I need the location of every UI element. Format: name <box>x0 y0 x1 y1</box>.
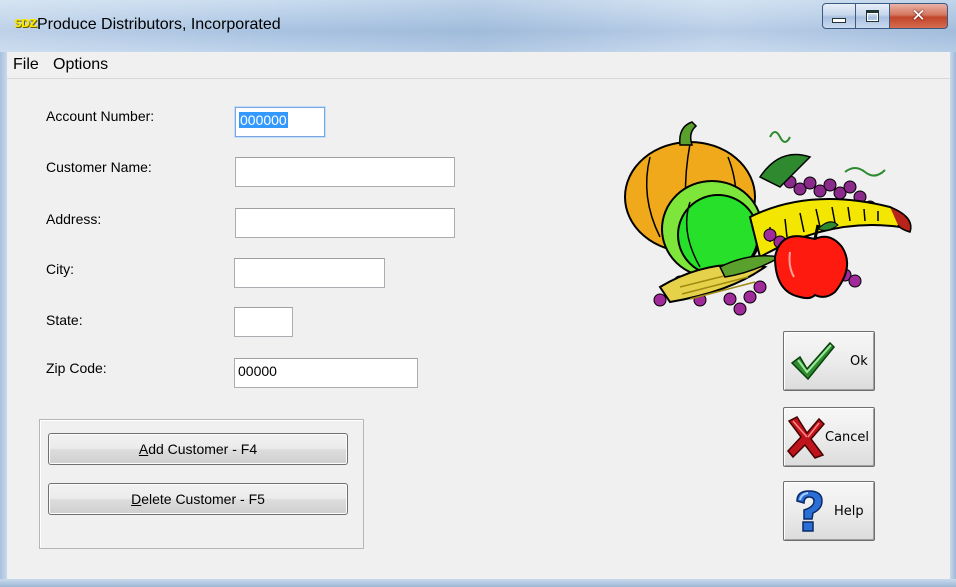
zip-code-field[interactable]: 00000 <box>234 358 418 388</box>
window-controls: ✕ <box>822 3 948 31</box>
add-customer-button[interactable]: Add Customer - F4 <box>48 433 348 465</box>
maximize-button[interactable] <box>856 3 890 29</box>
minimize-button[interactable] <box>822 3 856 29</box>
window-frame-left <box>0 52 7 587</box>
ok-button[interactable]: Ok <box>783 331 875 391</box>
menu-options[interactable]: Options <box>53 56 108 74</box>
menu-file[interactable]: File <box>13 56 39 74</box>
title-bar[interactable]: SDZ Produce Distributors, Incorporated ✕ <box>0 0 956 52</box>
zip-code-label: Zip Code: <box>46 360 107 376</box>
add-customer-label: Add Customer - F4 <box>138 441 258 457</box>
produce-cornucopia-image <box>624 121 912 316</box>
ok-label: Ok <box>850 353 868 369</box>
customer-name-label: Customer Name: <box>46 159 152 175</box>
blue-question-mark-icon <box>796 490 823 532</box>
address-label: Address: <box>46 211 102 227</box>
delete-customer-label: Delete Customer - F5 <box>131 491 265 507</box>
window-frame-bottom <box>0 579 956 587</box>
account-number-field[interactable]: 000000 <box>235 107 325 137</box>
account-number-value: 000000 <box>239 112 288 128</box>
red-x-icon <box>787 416 825 459</box>
customer-name-field[interactable] <box>235 157 455 187</box>
menu-bar: File Options <box>7 53 950 79</box>
app-icon[interactable]: SDZ <box>14 17 37 30</box>
form-client-area: Account Number: 000000 Customer Name: Ad… <box>7 79 950 579</box>
state-label: State: <box>46 312 83 328</box>
close-button[interactable]: ✕ <box>890 3 948 29</box>
maximize-icon <box>866 10 879 22</box>
help-button[interactable]: Help <box>783 481 875 541</box>
delete-customer-button[interactable]: Delete Customer - F5 <box>48 483 348 515</box>
account-number-label: Account Number: <box>46 108 155 124</box>
app-window: SDZ Produce Distributors, Incorporated ✕… <box>0 0 956 587</box>
address-field[interactable] <box>235 208 455 238</box>
city-field[interactable] <box>234 258 385 288</box>
window-frame-right <box>950 52 956 587</box>
close-icon: ✕ <box>911 6 926 26</box>
city-label: City: <box>46 261 74 277</box>
minimize-icon <box>832 17 846 23</box>
help-label: Help <box>834 503 864 519</box>
window-title: Produce Distributors, Incorporated <box>37 16 281 33</box>
cancel-button[interactable]: Cancel <box>783 407 875 467</box>
cancel-label: Cancel <box>825 429 870 445</box>
state-field[interactable] <box>234 307 293 337</box>
green-checkmark-icon <box>790 341 836 381</box>
